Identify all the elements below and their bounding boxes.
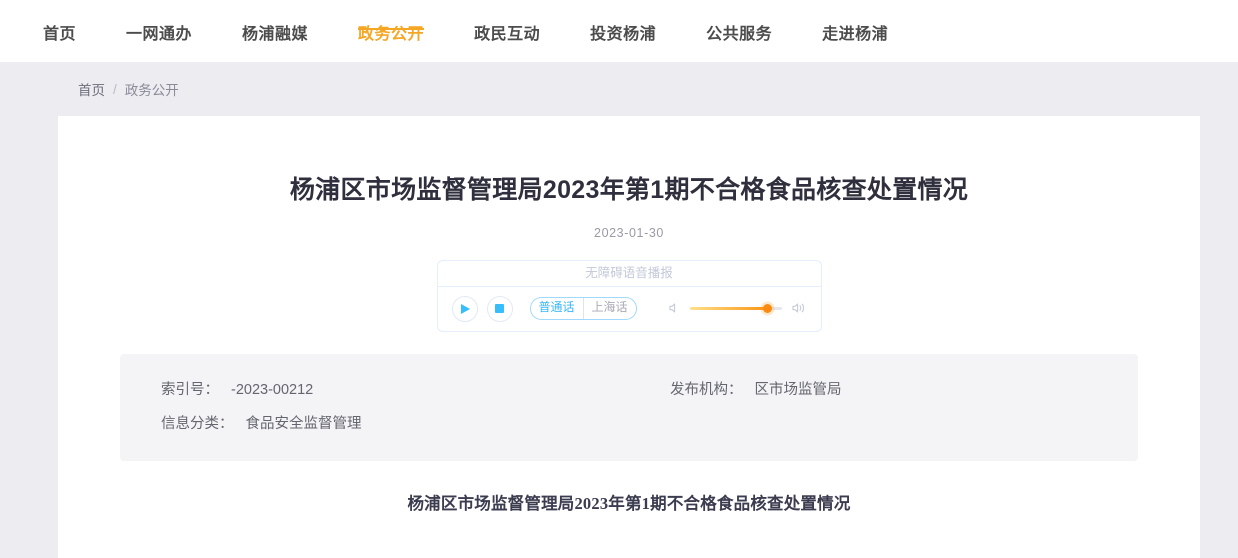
volume-slider-thumb[interactable] (763, 304, 773, 314)
volume-slider[interactable] (689, 304, 782, 314)
metadata-label: 索引号： (161, 381, 219, 398)
language-option-shanghainese[interactable]: 上海话 (582, 298, 636, 320)
page-title: 杨浦区市场监督管理局2023年第1期不合格食品核查处置情况 (289, 176, 969, 204)
nav-item-label: 走进杨浦 (822, 26, 889, 43)
nav-item-yangpu-media[interactable]: 杨浦融媒 (217, 0, 333, 44)
speaker-on-icon[interactable] (791, 301, 807, 317)
nav-item-label: 杨浦融媒 (242, 26, 309, 43)
breadcrumb-separator: / (113, 81, 117, 97)
publish-date: 2023-01-30 (594, 225, 664, 240)
metadata-row-publisher: 发布机构： 区市场监管局 (670, 374, 1138, 408)
nav-item-about-yangpu[interactable]: 走进杨浦 (797, 0, 913, 44)
document-metadata-panel: 索引号： -2023-00212 信息分类： 食品安全监督管理 发布机构： 区市… (120, 353, 1138, 462)
volume-slider-fill (689, 307, 768, 311)
nav-list: 首页 一网通办 杨浦融媒 政务公开 政民互动 投资杨浦 公共服务 走进杨浦 (18, 0, 913, 62)
language-toggle: 普通话 上海话 (529, 297, 637, 321)
nav-active-underline (358, 28, 425, 30)
article-body: 杨浦区市场监督管理局2023年第1期不合格食品核查处置情况 (58, 461, 1200, 517)
speaker-mute-icon[interactable] (667, 301, 681, 317)
play-button[interactable] (451, 295, 478, 322)
nav-item-label: 首页 (43, 26, 77, 43)
nav-item-citizen-interaction[interactable]: 政民互动 (449, 0, 565, 44)
nav-item-investment[interactable]: 投资杨浦 (565, 0, 681, 44)
play-icon (461, 303, 470, 314)
metadata-value: -2023-00212 (231, 381, 314, 398)
stop-button[interactable] (486, 295, 513, 322)
metadata-row-index-number: 索引号： -2023-00212 (161, 374, 629, 408)
site-header: 首页 一网通办 杨浦融媒 政务公开 政民互动 投资杨浦 公共服务 走进杨浦 (0, 0, 1238, 62)
metadata-label: 信息分类： (161, 415, 234, 432)
nav-item-label: 一网通办 (126, 26, 193, 43)
nav-item-label: 公共服务 (706, 26, 773, 43)
audio-player-title: 无障碍语音播报 (437, 261, 821, 287)
metadata-value: 食品安全监督管理 (245, 415, 362, 432)
audio-player-controls: 普通话 上海话 (438, 287, 821, 331)
audio-player-wrapper: 无障碍语音播报 普通话 上海话 (58, 259, 1200, 332)
metadata-value: 区市场监管局 (754, 381, 842, 398)
metadata-column-left: 索引号： -2023-00212 信息分类： 食品安全监督管理 (120, 374, 629, 442)
volume-area (667, 301, 807, 317)
nav-item-public-services[interactable]: 公共服务 (681, 0, 797, 44)
breadcrumb: 首页 / 政务公开 (0, 62, 1238, 116)
breadcrumb-item-home[interactable]: 首页 (78, 79, 105, 99)
metadata-row-category: 信息分类： 食品安全监督管理 (161, 408, 629, 442)
stop-icon (495, 304, 504, 314)
nav-item-government-affairs[interactable]: 政务公开 (333, 0, 449, 44)
main-navigation: 首页 一网通办 杨浦融媒 政务公开 政民互动 投资杨浦 公共服务 走进杨浦 (18, 0, 913, 62)
nav-item-yiwangtongban[interactable]: 一网通办 (101, 0, 217, 44)
nav-item-label: 政民互动 (474, 26, 541, 43)
language-option-mandarin[interactable]: 普通话 (530, 298, 583, 320)
nav-item-label: 投资杨浦 (590, 26, 657, 43)
nav-item-home[interactable]: 首页 (18, 0, 101, 44)
article-heading: 杨浦区市场监督管理局2023年第1期不合格食品核查处置情况 (407, 494, 851, 514)
metadata-label: 发布机构： (670, 381, 743, 398)
metadata-column-right: 发布机构： 区市场监管局 (629, 374, 1138, 442)
breadcrumb-item-current: 政务公开 (124, 83, 179, 98)
audio-player: 无障碍语音播报 普通话 上海话 (436, 259, 822, 332)
content-card: 杨浦区市场监督管理局2023年第1期不合格食品核查处置情况 2023-01-30… (58, 116, 1200, 558)
